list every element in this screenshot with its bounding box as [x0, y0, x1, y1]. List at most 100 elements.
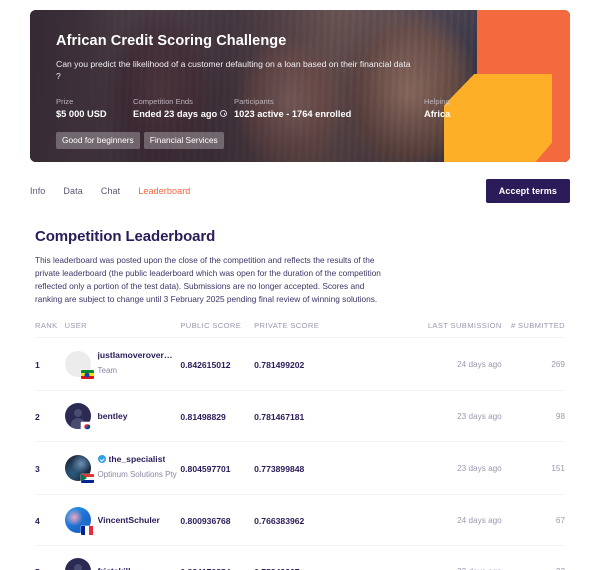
hero-banner: African Credit Scoring Challenge Can you… [30, 10, 570, 162]
table-row[interactable]: 5 fristskill 0.8341708540.7594936723 days … [35, 545, 565, 570]
cell-rank: 4 [35, 516, 40, 527]
meta-helping-label: Helping [424, 96, 450, 106]
header-num-submitted[interactable]: # SUBMITTED [502, 321, 565, 338]
hero-tag-list: Good for beginners Financial Services [56, 131, 544, 149]
user-name-text: VincentSchuler [97, 515, 160, 526]
accept-terms-button[interactable]: Accept terms [485, 179, 570, 203]
cell-last-submission: 23 days ago [407, 546, 502, 570]
cell-rank: 5 [35, 546, 65, 570]
header-rank[interactable]: RANK [35, 321, 65, 338]
cell-public-score: 0.804597701 [180, 464, 231, 475]
cell-private-score: 0.781467181 [254, 412, 305, 423]
meta-prize-label: Prize [56, 96, 74, 106]
meta-competition-ends: Competition Ends Ended 23 days ago [133, 97, 234, 119]
meta-ends-value: Ended 23 days ago [133, 109, 234, 119]
meta-ends-text: Ended 23 days ago [133, 108, 218, 119]
user-name: VincentSchuler [98, 515, 160, 525]
table-row[interactable]: 2 bentley 0.81498829 0.781467181 23 days ago… [35, 390, 565, 442]
cell-private-score: 0.773899848 [254, 464, 305, 475]
cell-rank: 1 [35, 360, 40, 371]
user-name: the_specialist [97, 454, 177, 464]
cell-user: bentley [64, 391, 181, 442]
cell-private-score: 0.75949367 [254, 546, 407, 570]
avatar[interactable] [64, 351, 94, 380]
meta-helping: Helping Africa [424, 97, 450, 119]
navigation-tabs: Info Data Chat Leaderboard Accept terms [0, 162, 600, 206]
cell-rank: 3 [35, 464, 40, 475]
header-last-submission[interactable]: LAST SUBMISSION [407, 321, 502, 338]
avatar[interactable] [64, 507, 94, 536]
user-name-text: fristskill [98, 566, 131, 570]
cell-user: VincentSchuler [64, 495, 181, 546]
tab-data[interactable]: Data [63, 186, 82, 196]
cell-private-score: 0.781499202 [254, 360, 305, 371]
leaderboard-table: RANK USER PUBLIC SCORE PRIVATE SCORE LAS… [35, 321, 565, 570]
table-row[interactable]: 1 justIamoveroverfi... Team 0.842615012 0.78… [35, 337, 565, 391]
header-private-score[interactable]: PRIVATE SCORE [254, 321, 407, 338]
cell-last-submission: 24 days ago [457, 515, 502, 525]
avatar[interactable] [64, 558, 91, 570]
cell-user: justIamoveroverfi... Team [64, 338, 181, 391]
meta-participants-value: 1023 active - 1764 enrolled [234, 109, 424, 119]
country-flag-icon [80, 474, 94, 484]
tag-financial-services[interactable]: Financial Services [143, 131, 224, 149]
meta-prize-text: $5 000 USD [56, 108, 107, 119]
avatar[interactable] [64, 455, 94, 484]
table-row[interactable]: 3 the_specialist Optinum Solutions Pty 0.80… [35, 441, 565, 495]
meta-prize-value: $5 000 USD [56, 109, 133, 119]
country-flag-icon [80, 370, 94, 380]
cell-public-score: 0.800936768 [180, 516, 231, 527]
cell-num-submitted: 151 [551, 463, 565, 473]
cell-public-score: 0.842615012 [180, 360, 231, 371]
meta-ends-label: Competition Ends [133, 96, 193, 106]
clock-icon [220, 110, 228, 118]
cell-user: fristskill [64, 546, 181, 570]
cell-num-submitted: 33 [502, 546, 565, 570]
meta-participants-text: 1023 active - 1764 enrolled [234, 108, 352, 119]
country-flag-icon [80, 526, 94, 536]
cell-last-submission: 23 days ago [457, 411, 502, 421]
hero-meta-row: Prize $5 000 USD Competition Ends Ended … [56, 97, 544, 119]
table-header: RANK USER PUBLIC SCORE PRIVATE SCORE LAS… [35, 321, 565, 338]
table-row[interactable]: 4 VincentSchuler 0.800936768 0.766383962 24 … [35, 494, 565, 546]
cell-last-submission: 23 days ago [457, 463, 502, 473]
user-name-text: bentley [97, 411, 128, 422]
tab-leaderboard[interactable]: Leaderboard [138, 186, 190, 196]
meta-helping-value: Africa [424, 109, 450, 119]
meta-helping-text: Africa [424, 108, 451, 119]
header-user[interactable]: USER [65, 321, 181, 338]
avatar-image [64, 558, 91, 570]
hero-section: African Credit Scoring Challenge Can you… [0, 0, 600, 162]
tag-good-for-beginners[interactable]: Good for beginners [56, 131, 140, 149]
cell-public-score: 0.834170854 [180, 546, 254, 570]
user-name: fristskill [98, 566, 131, 570]
cell-private-score: 0.766383962 [254, 516, 305, 527]
cell-num-submitted: 67 [555, 515, 565, 525]
user-name: bentley [98, 411, 128, 421]
header-public-score[interactable]: PUBLIC SCORE [180, 321, 254, 338]
user-organization: Optinum Solutions Pty [97, 470, 177, 480]
user-name-text: justIamoveroverfi... [97, 350, 174, 361]
leaderboard-description: This leaderboard was posted upon the clo… [35, 255, 381, 304]
tab-chat[interactable]: Chat [101, 186, 120, 196]
avatar[interactable] [64, 403, 94, 432]
cell-user: the_specialist Optinum Solutions Pty [64, 442, 181, 495]
competition-title: African Credit Scoring Challenge [56, 33, 287, 49]
user-name: justIamoveroverfi... [98, 350, 174, 360]
page-title: Competition Leaderboard [35, 228, 216, 245]
cell-num-submitted: 98 [555, 411, 565, 421]
cell-public-score: 0.81498829 [180, 412, 226, 423]
meta-participants-label: Participants [234, 96, 274, 106]
verified-badge-icon [97, 455, 106, 464]
meta-prize: Prize $5 000 USD [56, 97, 133, 119]
table-body: 1 justIamoveroverfi... Team 0.842615012 0.78… [35, 337, 565, 570]
cell-rank: 2 [35, 412, 40, 423]
country-flag-icon [80, 422, 94, 432]
user-organization: Team [97, 366, 118, 376]
meta-participants: Participants 1023 active - 1764 enrolled [234, 97, 424, 119]
cell-num-submitted: 269 [551, 359, 565, 369]
main-content: Competition Leaderboard This leaderboard… [0, 206, 600, 570]
cell-last-submission: 24 days ago [457, 359, 502, 369]
competition-subtitle: Can you predict the likelihood of a cust… [56, 59, 411, 82]
tab-info[interactable]: Info [30, 186, 45, 196]
